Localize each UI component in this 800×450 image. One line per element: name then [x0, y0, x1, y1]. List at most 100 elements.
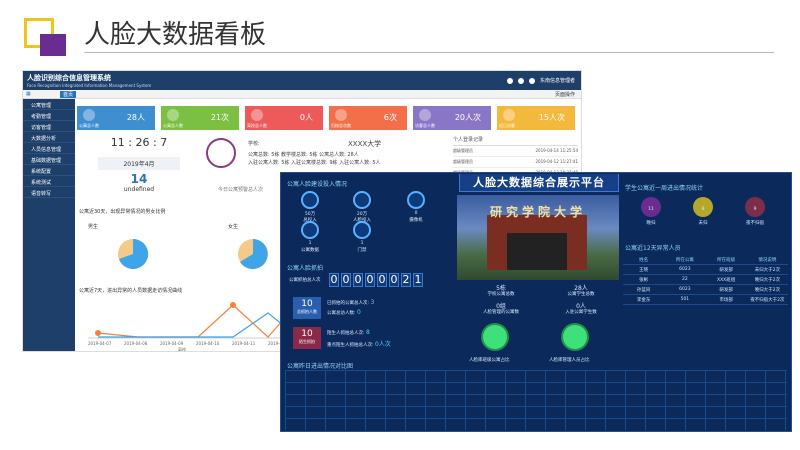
- sidebar-item[interactable]: 访客管理: [23, 121, 75, 132]
- week-value: 8: [701, 207, 705, 212]
- today-alert: 今日公寓预警总人次: [218, 187, 264, 193]
- school-name: XXXX大学: [348, 140, 382, 148]
- table-cell: 市场部: [719, 297, 733, 303]
- avatar[interactable]: [528, 77, 535, 84]
- log-time: 2019-04-14 11:25:54: [535, 148, 578, 153]
- table-cell: 22: [682, 277, 688, 282]
- stat-card-icon: [83, 109, 95, 121]
- table-cell: 研发部: [719, 287, 733, 293]
- sidebar-item[interactable]: 基础数据管理: [23, 154, 75, 165]
- sidebar-item[interactable]: 系统测试: [23, 176, 75, 187]
- gauge-1: [481, 323, 509, 351]
- clock-widget: 11 : 26 : 7 2019年4月 14 undefined: [98, 134, 180, 204]
- invest-icon: [353, 191, 371, 209]
- week-label: 晚归: [646, 221, 656, 226]
- line-series-2: [98, 312, 299, 338]
- capture-b: 公寓总访人数: 0: [327, 309, 361, 316]
- stat-card-icon: [251, 109, 263, 121]
- school-stat-label: 公寓学生总数: [567, 292, 595, 297]
- sidebar-item[interactable]: 大数据分析: [23, 132, 75, 143]
- sidebar: 公寓管理 考勤管理 访客管理 大数据分析 人员信息管理 基础数据管理 系统配置 系统测试 语音转…: [23, 99, 75, 351]
- stat-card-icon: [167, 109, 179, 121]
- page-action-button[interactable]: 页面操作: [555, 91, 575, 98]
- log-title: 个人登录记录: [453, 134, 578, 146]
- campus-sign: 研究学院大学: [489, 205, 586, 219]
- capture-box-1-value: 10: [301, 299, 313, 309]
- table-header-cell: 所在班级: [717, 257, 736, 263]
- bell-icon[interactable]: [506, 77, 513, 84]
- capture-d-value: 0人次: [374, 341, 391, 348]
- table-cell: 孙蓝同: [636, 287, 651, 293]
- tab-bar: ▦ 首页 页面操作: [23, 90, 581, 99]
- capture-box-2-label: 陌生抓拍: [299, 339, 315, 344]
- gauge-2: [561, 323, 589, 351]
- invest-icon: [407, 191, 425, 209]
- line-date-label: 2019-04-08: [124, 341, 148, 346]
- invest-value: 1: [360, 241, 364, 246]
- clock-second: 7: [160, 136, 168, 149]
- stat-card[interactable]: 21次公寓总人数: [161, 106, 239, 130]
- compare-chart: [285, 370, 787, 430]
- campus-building: [487, 215, 587, 270]
- school-logo-icon: [206, 138, 236, 168]
- school-stat-label: 学校公寓总数: [487, 292, 515, 297]
- table-header-cell: 情况说明: [758, 257, 777, 263]
- pie-a-label: 男生: [88, 223, 98, 230]
- table-row[interactable]: 孙蓝同 6023 研发部 晚归大于2次: [623, 285, 788, 295]
- stat-card-value: 21次: [210, 113, 229, 122]
- abnormal-table: 姓名 所在公寓 所在班级 情况说明 王晓 6023 研发部 未归大于2次 张彬 22 XXX班组 晚归…: [623, 255, 788, 305]
- tab-home[interactable]: 首页: [60, 91, 77, 98]
- stat-card[interactable]: 0人 离校总人数: [245, 106, 323, 130]
- table-header-cell: 所在公寓: [675, 257, 694, 263]
- line-series-1: [97, 302, 299, 338]
- grid-icon[interactable]: ▦: [26, 91, 31, 97]
- sidebar-item[interactable]: 考勤管理: [23, 110, 75, 121]
- week-label: 未归: [698, 221, 708, 226]
- table-row[interactable]: 张彬 22 XXX班组 晚归大于2次: [623, 275, 788, 285]
- clock-minute: 26: [135, 136, 150, 149]
- sidebar-item[interactable]: 语音转写: [23, 187, 75, 198]
- pie-b-label: 女生: [228, 223, 238, 230]
- sidebar-item[interactable]: 公寓管理: [23, 99, 75, 110]
- stat-card-label: 离校总人数: [247, 123, 267, 128]
- dashboard-title: 人脸大数据综合展示平台: [459, 174, 619, 192]
- stat-card-label: 访客总人数: [415, 123, 435, 128]
- capture-total-label: 公寓抓拍总人次: [289, 278, 321, 283]
- stat-card[interactable]: 6次 归校总次数: [329, 106, 407, 130]
- abnormal-title: 公寓近12天异常人员: [625, 245, 681, 252]
- stat-card[interactable]: 15人次 近日访客: [497, 106, 575, 130]
- stat-card-value: 28人: [126, 113, 145, 122]
- sidebar-item[interactable]: 人员信息管理: [23, 143, 75, 154]
- line-date-label: 2019-04-07: [88, 341, 112, 346]
- title-rule: [84, 52, 774, 53]
- gauge-2-label: 人脸库管理人员占比: [549, 358, 590, 363]
- gauge-1-label: 人脸库班级公寓占比: [469, 358, 510, 363]
- table-row[interactable]: 李金东 501 市场部 夜不归宿大于2次: [623, 295, 788, 305]
- stat-card[interactable]: 20人次 访客总人数: [413, 106, 491, 130]
- stat-card-icon: [503, 109, 515, 121]
- table-header: 姓名 所在公寓 所在班级 情况说明: [623, 255, 788, 265]
- capture-digit: 0: [377, 273, 387, 287]
- table-cell: 研发部: [719, 267, 733, 273]
- campus-photo: 研究学院大学: [457, 195, 619, 280]
- capture-b-value: 0: [356, 309, 361, 316]
- app-header: 人脸识别综合信息管理系统 Face Recognition Integrated…: [23, 71, 581, 90]
- mail-icon[interactable]: [517, 77, 524, 84]
- clock-hour: 11: [110, 136, 125, 149]
- table-row[interactable]: 王晓 6023 研发部 未归大于2次: [623, 265, 788, 275]
- stat-card[interactable]: 28人 公寓总人数: [77, 106, 155, 130]
- capture-b-label: 公寓总访人数:: [327, 311, 356, 316]
- invest-label: 公寓数据: [301, 248, 319, 253]
- capture-box-1: 10 总抓拍人数: [293, 297, 321, 319]
- line-chart: 2019-04-07 2019-04-08 2019-04-09 2019-04-10…: [88, 302, 299, 351]
- school-stat-label: 入驻公寓学生数: [565, 310, 597, 315]
- stat-card-icon: [335, 109, 347, 121]
- capture-c-label: 陌生人抓拍总人次:: [327, 331, 365, 336]
- table-cell: 夜不归宿大于2次: [750, 297, 785, 303]
- sidebar-item[interactable]: 系统配置: [23, 165, 75, 176]
- table-cell: 晚归大于2次: [754, 277, 781, 283]
- stat-card-label: 公寓总人数: [163, 123, 183, 128]
- week-value: 9: [753, 207, 757, 212]
- capture-digit: 1: [413, 273, 423, 287]
- user-name[interactable]: 东南信息管理者: [540, 77, 575, 84]
